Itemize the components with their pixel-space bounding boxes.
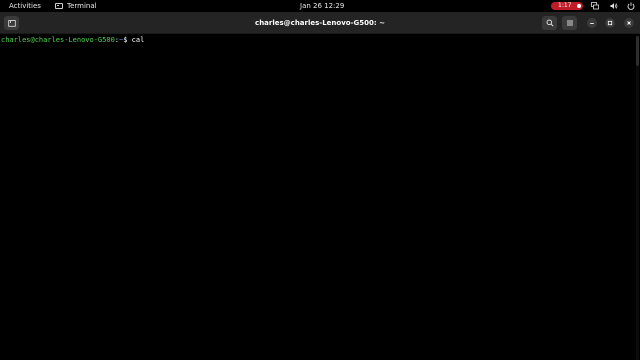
search-icon: [546, 19, 554, 27]
prompt-user-host: charles@charles-Lenovo-G500: [1, 36, 115, 44]
terminal-output-area[interactable]: charles@charles-Lenovo-G500:~$ cal: [0, 34, 640, 360]
screen-icon[interactable]: [590, 1, 599, 10]
close-button[interactable]: [624, 18, 634, 28]
system-top-bar: Activities Terminal Jan 26 12:29 1:17: [0, 0, 640, 12]
screen-recording-indicator[interactable]: 1:17: [551, 2, 583, 10]
minimize-button[interactable]: [587, 18, 597, 28]
command-text: cal: [131, 36, 145, 44]
close-icon: [627, 21, 631, 25]
terminal-header-bar: charles@charles-Lenovo-G500: ~: [0, 12, 640, 34]
minimize-icon: [590, 23, 594, 24]
terminal-scrollbar[interactable]: [636, 36, 639, 360]
recording-time: 1:17: [558, 2, 572, 9]
terminal-app-icon: [55, 3, 63, 9]
volume-icon[interactable]: [609, 1, 618, 10]
power-icon[interactable]: [626, 1, 635, 10]
scrollbar-thumb[interactable]: [636, 36, 639, 66]
hamburger-menu-icon: [566, 20, 573, 26]
search-button[interactable]: [542, 16, 557, 30]
prompt-line: charles@charles-Lenovo-G500:~$ cal: [1, 35, 639, 45]
activities-button[interactable]: Activities: [9, 1, 41, 11]
maximize-button[interactable]: [605, 18, 615, 28]
app-menu-label: Terminal: [67, 2, 97, 10]
app-menu-terminal[interactable]: Terminal: [55, 1, 97, 11]
maximize-icon: [607, 20, 613, 26]
date-time-clock[interactable]: Jan 26 12:29: [300, 1, 344, 11]
prompt-symbol: $: [123, 36, 132, 44]
record-icon: [577, 4, 582, 8]
menu-button[interactable]: [562, 16, 577, 30]
